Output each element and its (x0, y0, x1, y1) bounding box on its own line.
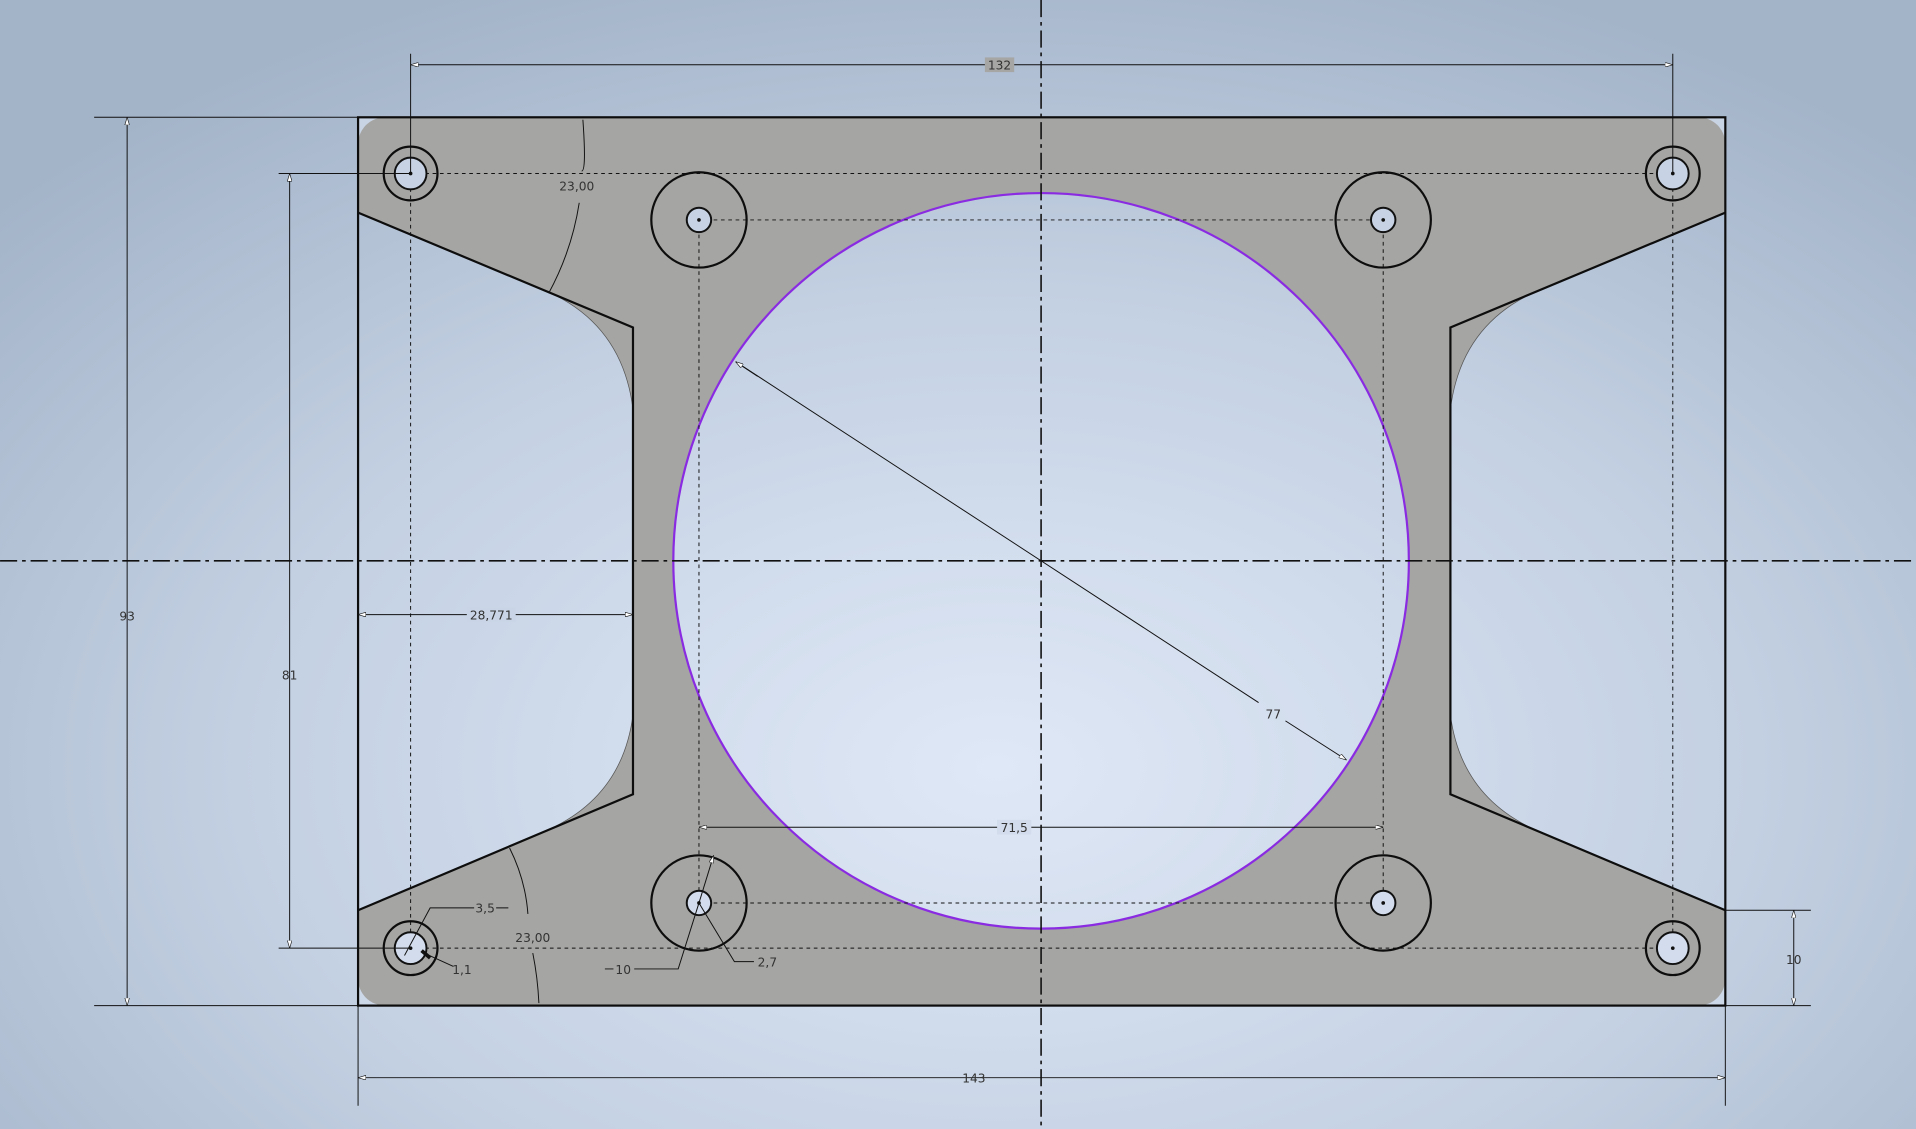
dim-hole-spacing-y[interactable]: 81 (282, 668, 298, 682)
dim-inner-hole-spacing[interactable]: 71,5 (1001, 821, 1028, 835)
dim-bottom-offset[interactable]: 10 (1786, 953, 1802, 967)
dim-overall-height[interactable]: 93 (119, 610, 135, 624)
dim-cutout-depth[interactable]: 28,771 (470, 608, 513, 622)
sketch-canvas[interactable]: 132 143 93 81 28,771 71,5 77 10 23,00 23… (0, 0, 1916, 1129)
dim-boss-diameter[interactable]: 10 (615, 963, 631, 977)
dim-angle-bottom[interactable]: 23,00 (515, 931, 550, 945)
dim-big-circle-diameter[interactable]: 77 (1265, 707, 1281, 721)
dim-boss-hole-diameter[interactable]: 2,7 (758, 955, 777, 969)
dim-corner-hole-chamfer[interactable]: 1,1 (452, 963, 471, 977)
dim-overall-width[interactable]: 143 (962, 1072, 985, 1086)
dim-corner-hole-diameter[interactable]: 3,5 (475, 902, 494, 916)
dim-angle-top[interactable]: 23,00 (559, 180, 594, 194)
dim-hole-spacing-x[interactable]: 132 (988, 59, 1011, 73)
